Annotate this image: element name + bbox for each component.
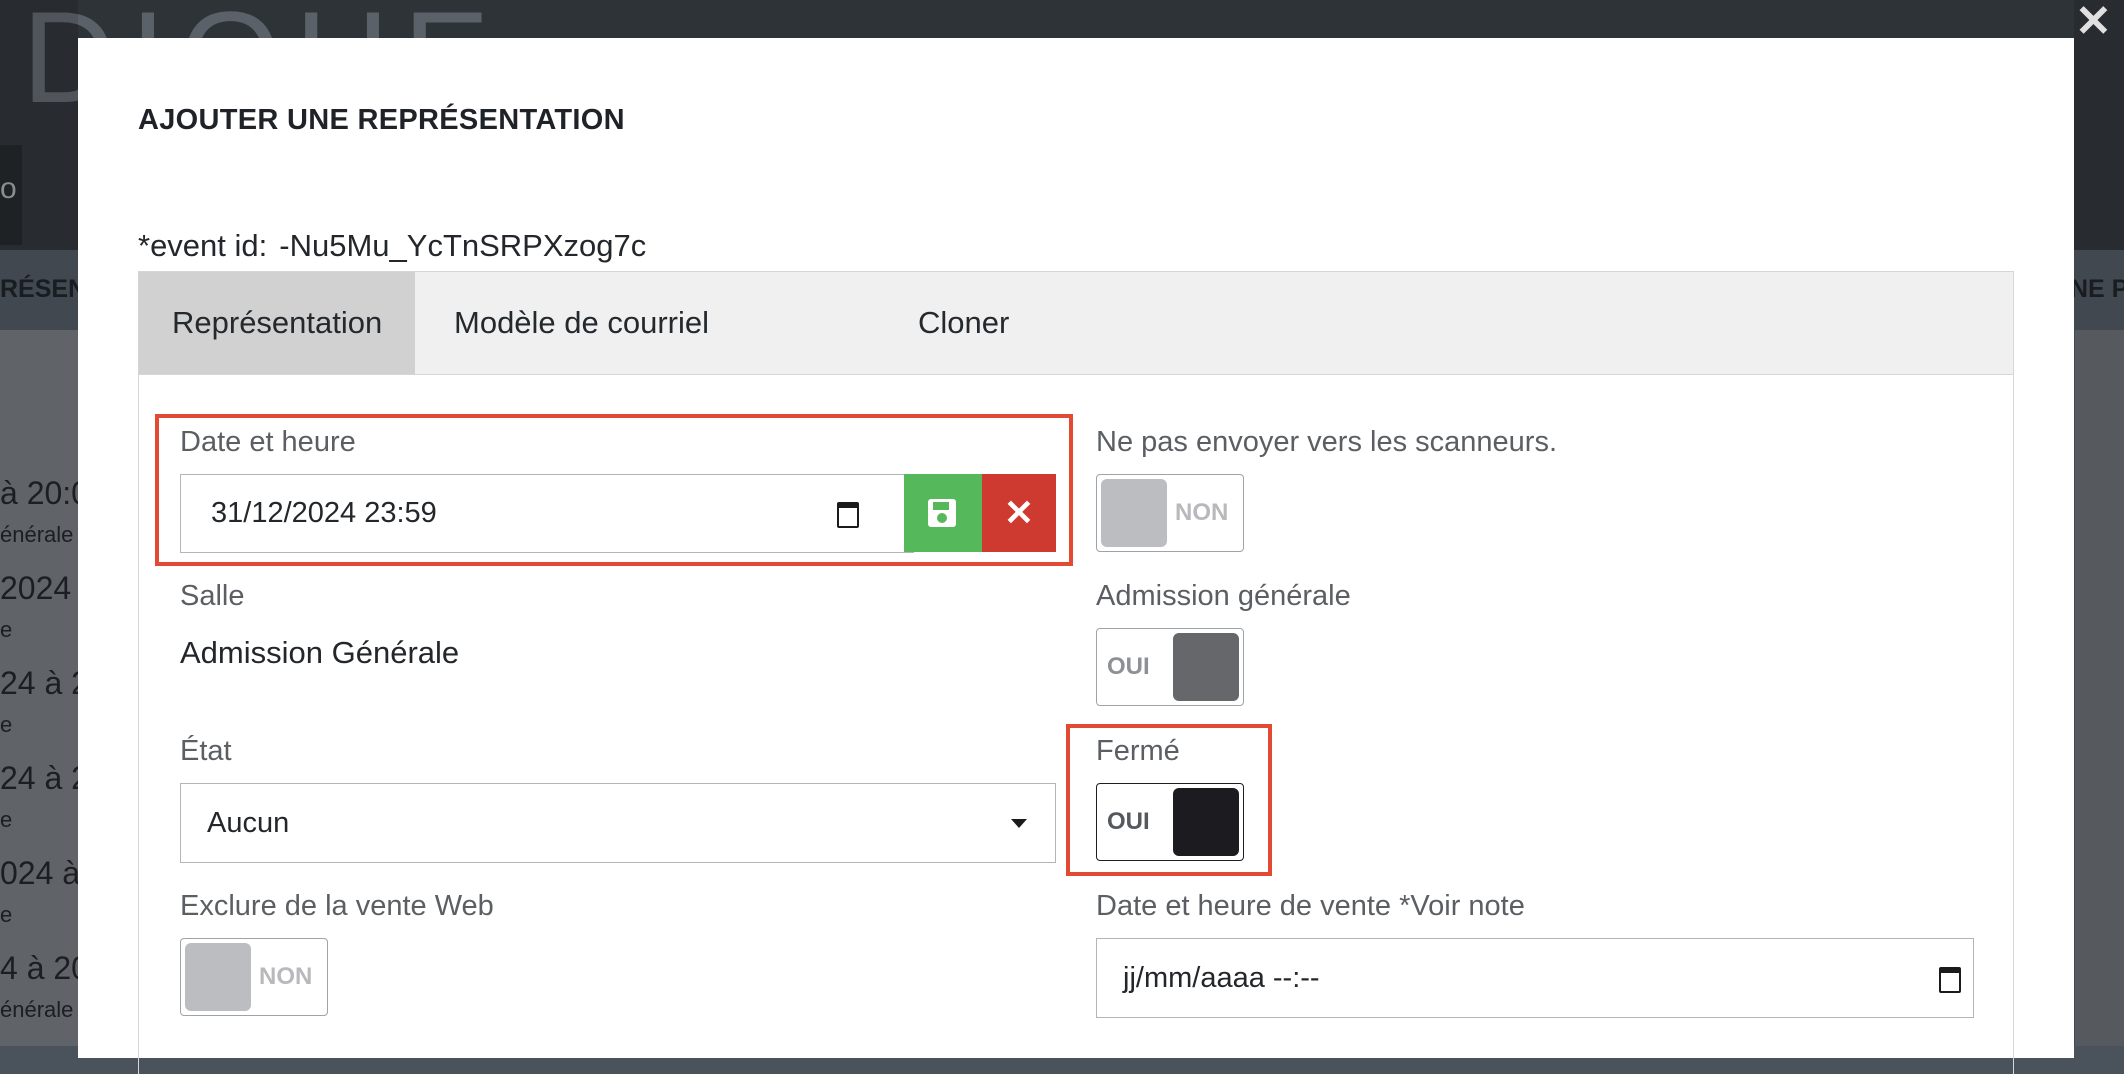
background-list-item: 2024 àe xyxy=(0,570,80,642)
close-icon[interactable]: ✕ xyxy=(2075,0,2112,47)
etat-label: État xyxy=(180,735,232,767)
background-list-item: 024 à 2e xyxy=(0,855,80,927)
close-icon: ✕ xyxy=(1003,492,1035,533)
calendar-icon[interactable] xyxy=(837,500,861,528)
toggle-knob xyxy=(1173,633,1239,701)
toggle-knob xyxy=(185,943,251,1011)
background-nav-label: o xyxy=(0,172,17,205)
cancel-button[interactable]: ✕ xyxy=(982,474,1056,552)
ferme-label: Fermé xyxy=(1096,735,1180,767)
date-time-input[interactable]: 31/12/2024 23:59 xyxy=(180,474,914,553)
toggle-knob xyxy=(1173,788,1239,856)
exclure-label: Exclure de la vente Web xyxy=(180,890,494,922)
ferme-toggle[interactable]: OUI xyxy=(1096,783,1244,861)
background-list: à 20:0énérale 2024 àe 24 à 20e 24 à 20e … xyxy=(0,330,80,1046)
background-list-item: 24 à 20e xyxy=(0,665,80,737)
admission-label: Admission générale xyxy=(1096,580,1351,612)
save-icon xyxy=(928,499,956,527)
chevron-down-icon xyxy=(1011,819,1027,828)
modal-title: AJOUTER UNE REPRÉSENTATION xyxy=(138,104,625,136)
event-id-value: -Nu5Mu_YcTnSRPXzog7c xyxy=(279,228,647,263)
tab-email-template[interactable]: Modèle de courriel xyxy=(421,272,742,374)
event-id-label: *event id: xyxy=(138,228,268,263)
salle-label: Salle xyxy=(180,580,245,612)
add-representation-modal: AJOUTER UNE REPRÉSENTATION *event id: -Nu… xyxy=(78,38,2074,1074)
admission-toggle[interactable]: OUI xyxy=(1096,628,1244,706)
date-label: Date et heure xyxy=(180,426,356,458)
salle-value: Admission Générale xyxy=(180,635,460,670)
scanner-toggle[interactable]: NON xyxy=(1096,474,1244,552)
background-list-item: 24 à 20e xyxy=(0,760,80,832)
scanner-label: Ne pas envoyer vers les scanneurs. xyxy=(1096,426,1557,458)
tab-representation[interactable]: Représentation xyxy=(139,272,416,374)
tab-clone[interactable]: Cloner xyxy=(885,272,1042,374)
save-button[interactable] xyxy=(904,474,982,552)
exclure-toggle[interactable]: NON xyxy=(180,938,328,1016)
sale-date-label: Date et heure de vente *Voir note xyxy=(1096,890,1525,922)
background-right-column xyxy=(2075,330,2124,1046)
background-right-header: NE PA xyxy=(2070,275,2124,303)
etat-select[interactable]: Aucun xyxy=(180,783,1056,863)
sale-date-input[interactable]: jj/mm/aaaa --:-- xyxy=(1096,938,1974,1018)
tab-bar: Représentation Modèle de courriel Cloner xyxy=(138,271,2014,375)
background-list-item: 4 à 20énérale xyxy=(0,950,80,1022)
toggle-knob xyxy=(1101,479,1167,547)
calendar-icon[interactable] xyxy=(1939,965,1963,993)
background-list-item: à 20:0énérale xyxy=(0,475,80,547)
event-id: *event id: -Nu5Mu_YcTnSRPXzog7c xyxy=(138,228,646,264)
